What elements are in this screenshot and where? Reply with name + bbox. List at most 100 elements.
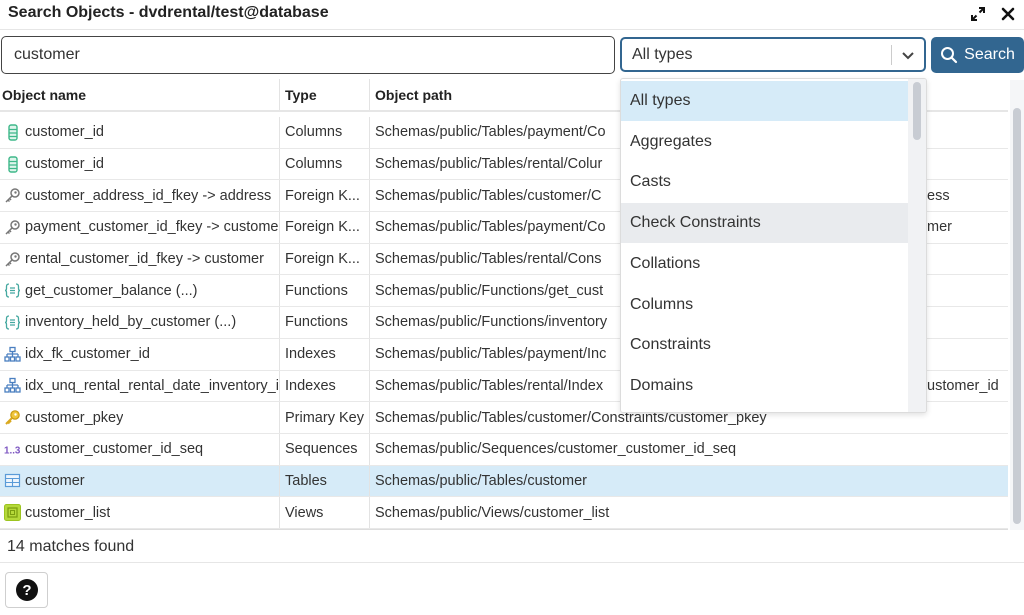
table-row[interactable]: 1..3 customer_customer_id_seq Sequences Sch… — [0, 433, 1008, 466]
dialog-titlebar: Search Objects - dvdrental/test@database — [0, 0, 1024, 30]
object-path: Schemas/public/Views/customer_list — [375, 504, 610, 521]
cell-object-name: customer_id — [0, 149, 279, 180]
dropdown-option[interactable]: Aggregates — [621, 122, 908, 162]
dropdown-option[interactable]: Casts — [621, 162, 908, 202]
cell-type: Sequences — [279, 433, 369, 465]
function-icon — [4, 282, 21, 299]
object-name: inventory_held_by_customer (...) — [25, 314, 237, 331]
cell-object-name: customer_pkey — [0, 402, 279, 433]
dropdown-option[interactable]: All types — [621, 81, 908, 121]
cell-type: Functions — [279, 275, 369, 307]
object-path: Schemas/public/Tables/customer — [375, 472, 587, 489]
view-icon — [4, 504, 21, 522]
cell-object-path: Schemas/public/Tables/customer — [369, 465, 1008, 497]
object-path-tail: ess — [927, 187, 950, 204]
cell-object-name: rental_customer_id_fkey -> customer — [0, 244, 279, 275]
grid-scrollbar-thumb[interactable] — [1013, 108, 1021, 524]
table-row[interactable]: customer_list Views Schemas/public/Views/c… — [0, 497, 1008, 529]
object-path: Schemas/public/Tables/rental/Index — [375, 377, 604, 394]
cell-type: Foreign K... — [279, 243, 369, 275]
close-button[interactable] — [998, 4, 1018, 24]
dropdown-option[interactable]: Domains — [621, 366, 908, 406]
match-count-status: 14 matches found — [7, 538, 135, 555]
cell-type: Views — [279, 497, 369, 528]
cell-object-name: customer_list — [0, 497, 279, 528]
object-name: customer_list — [25, 504, 111, 521]
object-path: Schemas/public/Sequences/customer_custom… — [375, 441, 737, 458]
search-button-label: Search — [964, 46, 1015, 63]
object-name: customer_id — [25, 156, 104, 173]
expand-arrows-icon — [971, 7, 985, 21]
dropdown-scrollbar-thumb[interactable] — [913, 82, 921, 140]
object-path: Schemas/public/Tables/rental/Colur — [375, 156, 603, 173]
cell-object-name: idx_fk_customer_id — [0, 339, 279, 370]
object-type-select[interactable]: All types — [620, 37, 926, 72]
search-button[interactable]: Search — [931, 37, 1024, 73]
object-name: customer_id — [25, 124, 104, 141]
object-path-tail: ustomer_id — [927, 377, 999, 394]
column-icon — [4, 155, 21, 173]
cell-object-name: customer — [0, 466, 279, 497]
index-icon — [4, 377, 21, 394]
header-type[interactable]: Type — [279, 79, 369, 110]
object-path: Schemas/public/Functions/inventory — [375, 314, 608, 331]
table-row[interactable]: customer Tables Schemas/public/Tables/cust… — [0, 465, 1008, 498]
object-name: customer_customer_id_seq — [25, 441, 204, 458]
dropdown-option[interactable]: Constraints — [621, 325, 908, 365]
object-type-dropdown: All types Aggregates Casts Check Constraint… — [620, 78, 927, 413]
cell-object-path: Schemas/public/Sequences/customer_custom… — [369, 433, 1008, 465]
dropdown-option[interactable]: Check Constraints — [621, 203, 908, 244]
cell-type: Functions — [279, 307, 369, 338]
cell-object-name: customer_id — [0, 117, 279, 148]
cell-object-name: inventory_held_by_customer (...) — [0, 307, 279, 338]
object-name: customer_pkey — [25, 409, 124, 426]
cell-type: Indexes — [279, 338, 369, 370]
cell-object-name: get_customer_balance (...) — [0, 275, 279, 306]
object-name: idx_unq_rental_rental_date_inventory_i — [25, 377, 279, 394]
object-type-selected-value: All types — [632, 46, 693, 63]
search-bar: All types Search — [0, 36, 1024, 74]
svg-text:1..3: 1..3 — [4, 445, 21, 456]
cell-type: Foreign K... — [279, 212, 369, 243]
search-icon — [941, 47, 958, 64]
foreign-key-icon — [4, 251, 21, 268]
sequence-icon: 1..3 — [4, 441, 21, 458]
object-path: Schemas/public/Tables/payment/Co — [375, 124, 606, 141]
svg-text:?: ? — [22, 582, 31, 599]
object-path-tail: mer — [927, 219, 952, 236]
function-icon — [4, 314, 21, 331]
object-name: rental_customer_id_fkey -> customer — [25, 251, 264, 268]
object-path: Schemas/public/Functions/get_cust — [375, 282, 604, 299]
grid-scrollbar[interactable] — [1010, 80, 1024, 530]
cell-type: Primary Key — [279, 402, 369, 433]
object-name: customer — [25, 472, 85, 489]
dropdown-scrollbar[interactable] — [908, 79, 926, 412]
cell-object-name: payment_customer_id_fkey -> custome — [0, 212, 279, 243]
help-button[interactable]: ? — [5, 572, 48, 608]
cell-type: Columns — [279, 148, 369, 180]
object-name: idx_fk_customer_id — [25, 346, 150, 363]
foreign-key-icon — [4, 219, 21, 236]
cell-type: Columns — [279, 117, 369, 148]
cell-type: Tables — [279, 465, 369, 497]
object-name: payment_customer_id_fkey -> custome — [25, 219, 279, 236]
table-icon — [4, 472, 21, 489]
cell-type: Foreign K... — [279, 180, 369, 212]
object-path: Schemas/public/Tables/payment/Co — [375, 219, 606, 236]
maximize-button[interactable] — [968, 4, 988, 24]
cell-object-name: idx_unq_rental_rental_date_inventory_i — [0, 371, 279, 402]
object-path: Schemas/public/Tables/payment/Inc — [375, 346, 607, 363]
foreign-key-icon — [4, 187, 21, 204]
dropdown-option[interactable]: Collations — [621, 244, 908, 284]
search-input[interactable] — [1, 36, 615, 74]
dialog-title: Search Objects - dvdrental/test@database — [8, 4, 329, 21]
dropdown-option[interactable]: Columns — [621, 285, 908, 325]
object-name: get_customer_balance (...) — [25, 282, 198, 299]
object-name: customer_address_id_fkey -> address — [25, 187, 272, 204]
cell-type: Indexes — [279, 370, 369, 402]
chevron-down-icon[interactable] — [900, 47, 916, 68]
object-path: Schemas/public/Tables/customer/C — [375, 187, 602, 204]
select-separator — [891, 45, 892, 65]
header-object-name[interactable]: Object name — [0, 79, 279, 110]
footer-divider — [0, 562, 1024, 563]
